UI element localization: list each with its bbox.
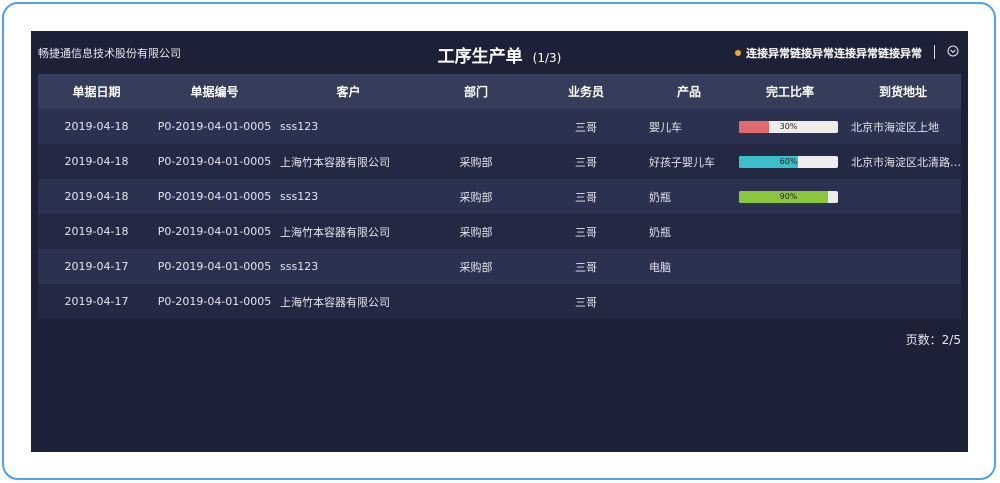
cell-department: 采购部: [459, 260, 493, 274]
cell-number: P0-2019-04-01-0005: [157, 260, 272, 273]
cell-customer: sss123: [280, 260, 319, 273]
progress-bar: 90%: [739, 190, 838, 203]
cell-date: 2019-04-17: [64, 260, 129, 273]
cell-completion: 30%: [735, 109, 845, 144]
cell-completion: [735, 249, 845, 284]
cell-number: P0-2019-04-01-0005: [157, 120, 272, 133]
cell-address: 北京市海淀区上地: [851, 120, 939, 134]
cell-product: [643, 284, 735, 319]
table-row: 2019-04-17 P0-2019-04-01-0005 sss123 采购部…: [38, 249, 961, 284]
cell-salesman: 三哥: [575, 120, 597, 134]
column-header-product: 产品: [676, 85, 701, 99]
table-header-row: 单据日期 单据编号 客户 部门 业务员 产品 完工比率 到货地址: [38, 74, 961, 109]
table-row: 2019-04-18 P0-2019-04-01-0005 上海竹本容器有限公司…: [38, 214, 961, 249]
cell-product: 婴儿车: [649, 120, 682, 134]
table-row: 2019-04-18 P0-2019-04-01-0005 sss123 三哥 …: [38, 109, 961, 144]
cell-address: [845, 249, 961, 284]
cell-product: 奶瓶: [649, 225, 671, 239]
cell-date: 2019-04-18: [64, 225, 129, 238]
chevron-down-icon[interactable]: [947, 45, 959, 57]
progress-label: 30%: [779, 121, 798, 131]
connection-status: 连接异常链接异常连接异常链接异常: [735, 45, 922, 61]
cell-salesman: 三哥: [575, 190, 597, 204]
pagination-indicator: 页数：2/5: [905, 333, 961, 347]
column-header-address: 到货地址: [878, 85, 927, 99]
cell-department: [423, 109, 529, 144]
cell-date: 2019-04-17: [64, 295, 129, 308]
cell-department: 采购部: [459, 225, 493, 239]
cell-completion: 90%: [735, 179, 845, 214]
header-divider: [934, 45, 935, 59]
column-header-number: 单据编号: [190, 85, 239, 99]
progress-bar: 30%: [739, 120, 838, 133]
cell-completion: [735, 284, 845, 319]
cell-department: 采购部: [459, 190, 493, 204]
cell-customer: 上海竹本容器有限公司: [280, 295, 390, 309]
cell-product: 好孩子婴儿车: [649, 155, 715, 169]
cell-salesman: 三哥: [575, 155, 597, 169]
cell-address: [845, 214, 961, 249]
column-header-department: 部门: [463, 85, 488, 99]
cell-salesman: 三哥: [575, 260, 597, 274]
column-header-customer: 客户: [336, 85, 361, 99]
status-dot-icon: [735, 50, 741, 56]
company-name: 畅捷通信息技术股份有限公司: [38, 47, 181, 60]
cell-date: 2019-04-18: [64, 120, 129, 133]
cell-address: 北京市海淀区北清路68...: [851, 155, 961, 169]
title-text: 工序生产单: [437, 47, 523, 67]
table-row: 2019-04-18 P0-2019-04-01-0005 sss123 采购部…: [38, 179, 961, 214]
cell-address: [845, 179, 961, 214]
table-row: 2019-04-17 P0-2019-04-01-0005 上海竹本容器有限公司…: [38, 284, 961, 319]
cell-number: P0-2019-04-01-0005: [157, 190, 272, 203]
cell-number: P0-2019-04-01-0005: [157, 295, 272, 308]
cell-salesman: 三哥: [575, 225, 597, 239]
progress-label: 60%: [779, 156, 798, 166]
cell-customer: sss123: [280, 120, 319, 133]
cell-number: P0-2019-04-01-0005: [157, 225, 272, 238]
column-header-date: 单据日期: [72, 85, 121, 99]
progress-label: 90%: [779, 191, 798, 201]
cell-date: 2019-04-18: [64, 155, 129, 168]
cell-salesman: 三哥: [575, 295, 597, 309]
column-header-completion: 完工比率: [765, 85, 814, 99]
cell-completion: 60%: [735, 144, 845, 179]
production-board: 畅捷通信息技术股份有限公司 工序生产单 (1/3) 连接异常链接异常连接异常链接异…: [31, 31, 968, 452]
cell-customer: sss123: [280, 190, 319, 203]
page-indicator: (1/3): [532, 51, 562, 65]
cell-customer: 上海竹本容器有限公司: [280, 155, 390, 169]
cell-department: 采购部: [459, 155, 493, 169]
cell-number: P0-2019-04-01-0005: [157, 155, 272, 168]
table-row: 2019-04-18 P0-2019-04-01-0005 上海竹本容器有限公司…: [38, 144, 961, 179]
status-text: 连接异常链接异常连接异常链接异常: [746, 47, 922, 60]
progress-bar: 60%: [739, 155, 838, 168]
cell-product: 电脑: [649, 260, 671, 274]
cell-department: [423, 284, 529, 319]
cell-customer: 上海竹本容器有限公司: [280, 225, 390, 239]
production-table: 单据日期 单据编号 客户 部门 业务员 产品 完工比率 到货地址 2019-04…: [38, 74, 961, 319]
cell-product: 奶瓶: [649, 190, 671, 204]
cell-date: 2019-04-18: [64, 190, 129, 203]
column-header-salesman: 业务员: [567, 85, 604, 99]
cell-address: [845, 284, 961, 319]
cell-completion: [735, 214, 845, 249]
